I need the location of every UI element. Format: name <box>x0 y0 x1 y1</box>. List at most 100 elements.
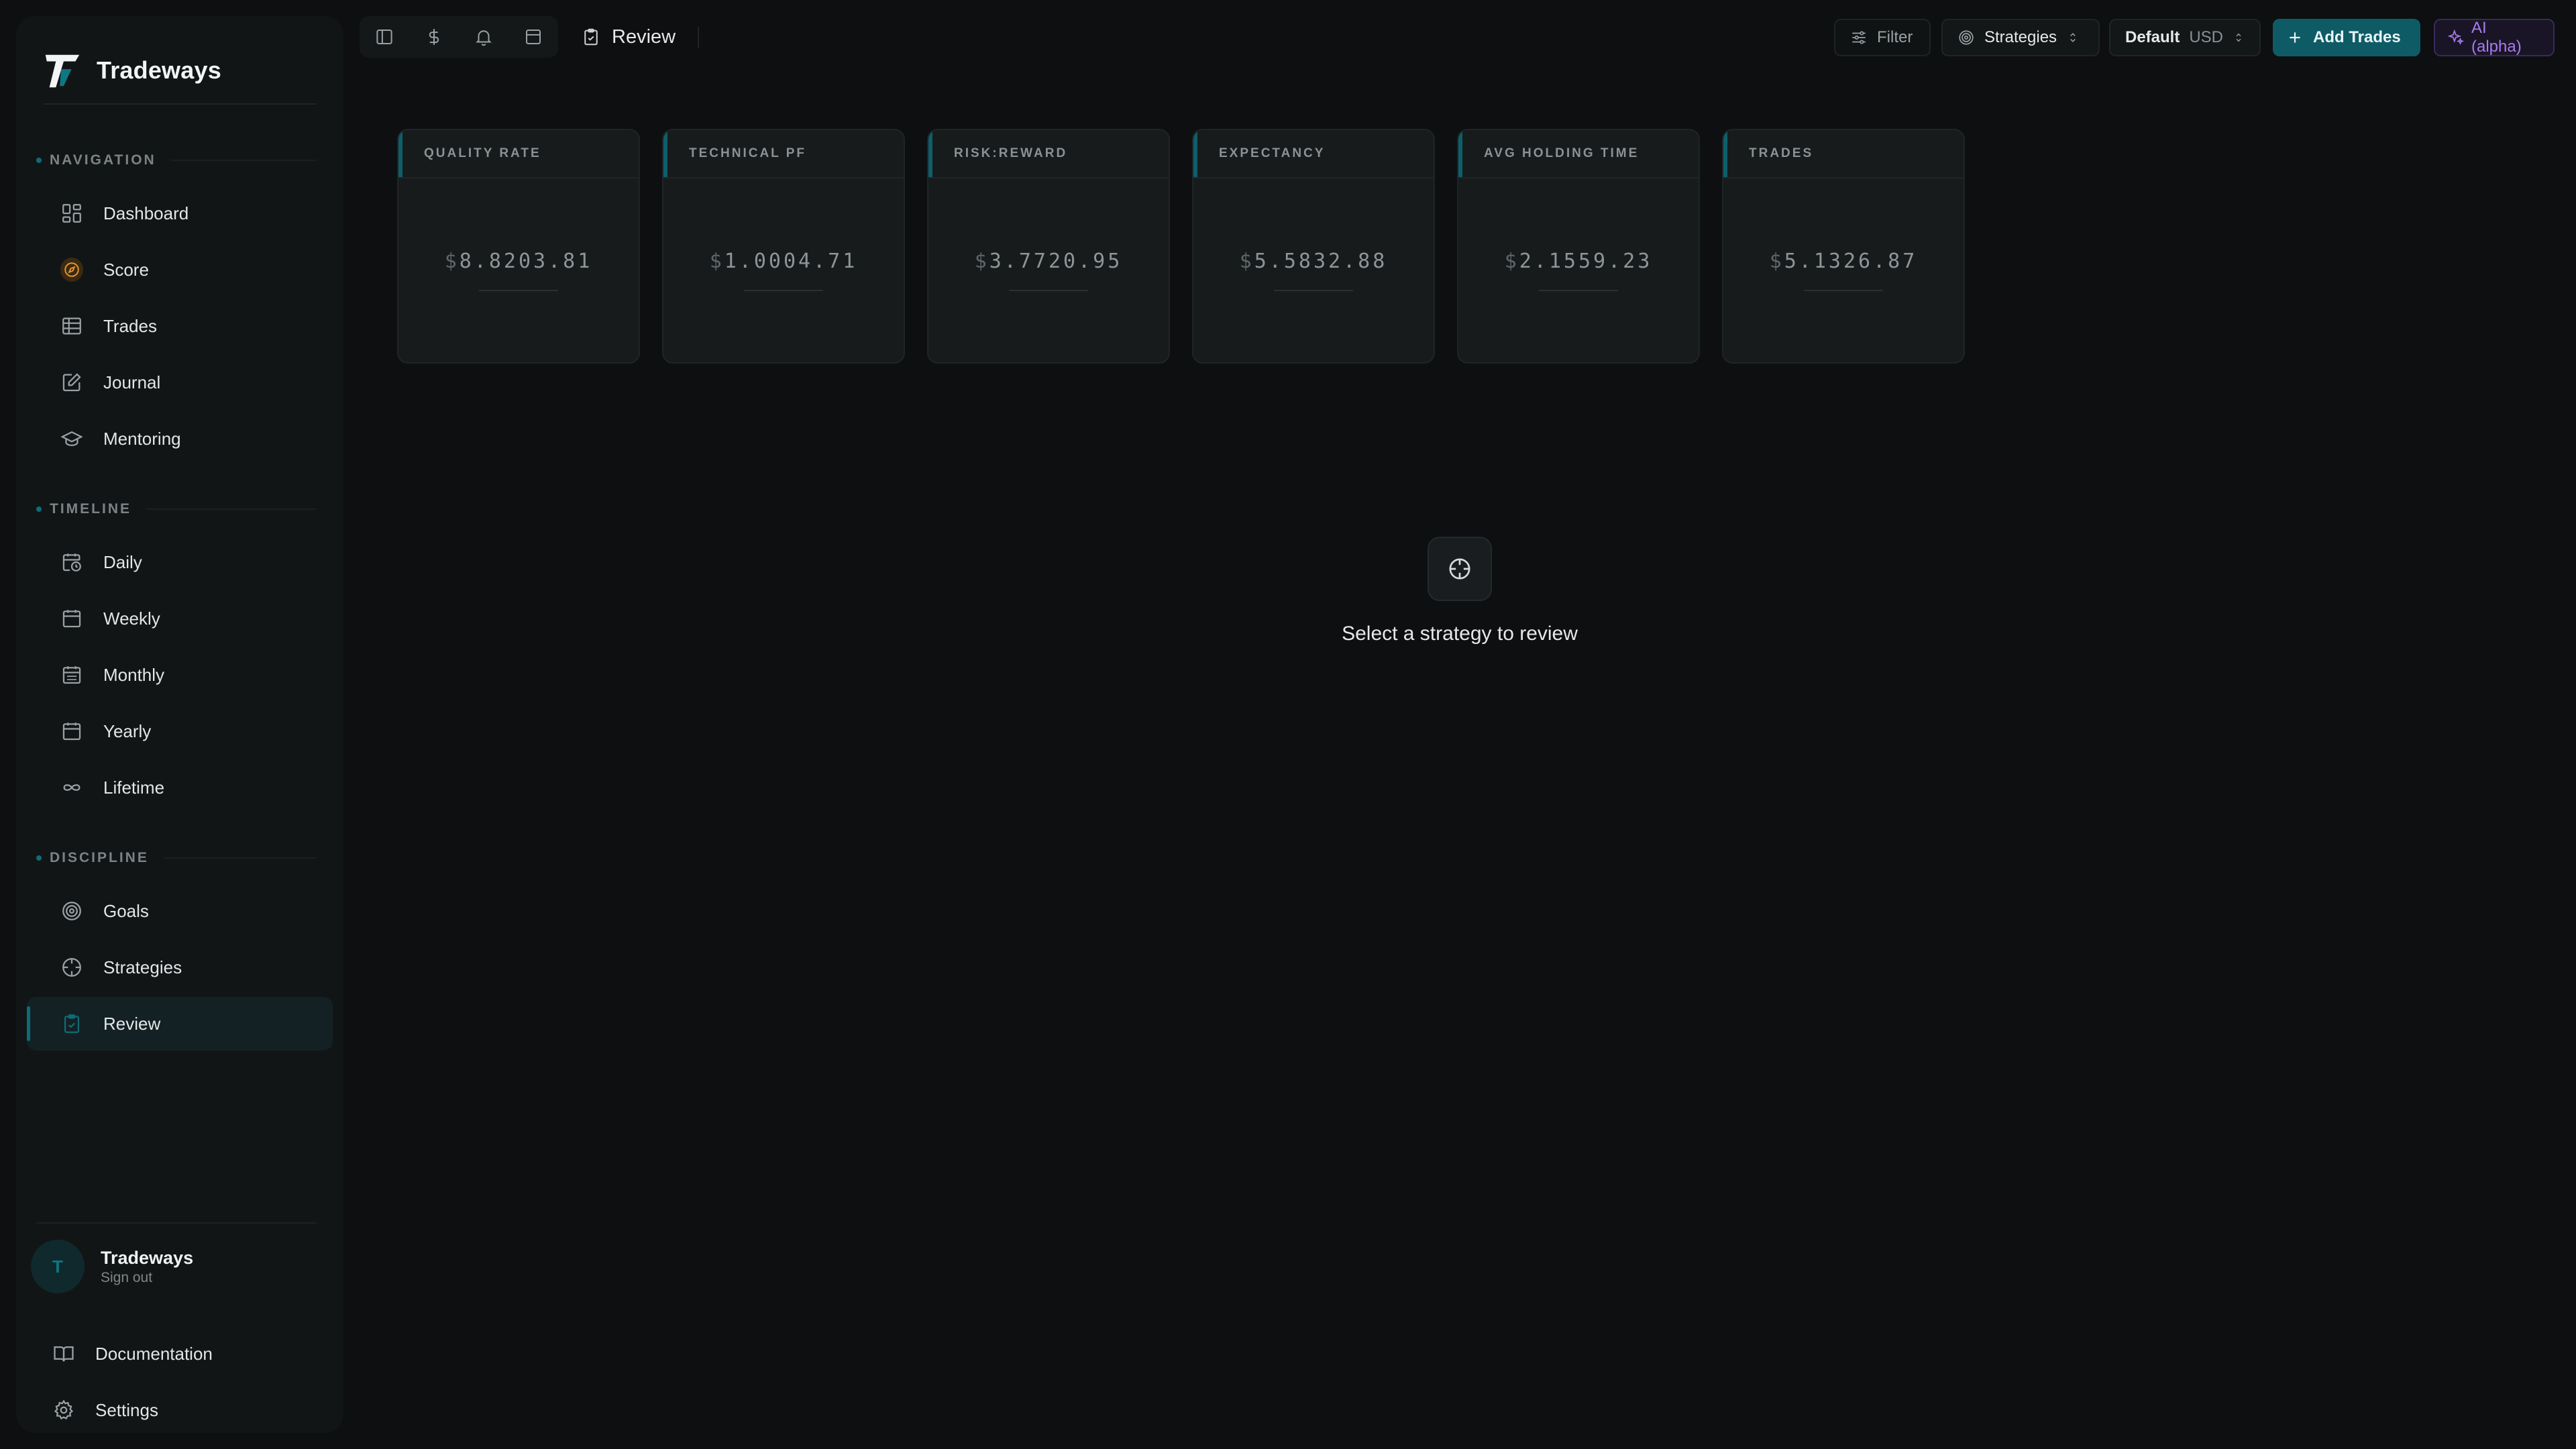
sidebar-item-label: Yearly <box>103 720 152 741</box>
metric-card-trades: TRADES $5.1326.87 <box>1722 129 1965 364</box>
sidebar-item-score[interactable]: Score <box>27 243 333 297</box>
sidebar-item-label: Mentoring <box>103 428 181 449</box>
account-currency-select[interactable]: Default USD <box>2109 19 2261 56</box>
divider <box>36 1222 317 1224</box>
sidebar-panel-icon <box>376 30 392 44</box>
sidebar-item-label: Trades <box>103 315 157 336</box>
tradeways-logo-icon <box>45 54 80 88</box>
sidebar-item-settings[interactable]: Settings <box>27 1383 333 1437</box>
metric-label: EXPECTANCY <box>1193 130 1434 178</box>
user-name: Tradeways <box>101 1247 194 1268</box>
filter-button[interactable]: Filter <box>1834 19 1931 56</box>
strategies-select[interactable]: Strategies <box>1941 19 2100 56</box>
brand[interactable]: Tradeways <box>42 34 221 107</box>
metric-label: TECHNICAL PF <box>663 130 904 178</box>
clipboard-check-icon <box>60 1012 83 1035</box>
sidebar-item-mentoring[interactable]: Mentoring <box>27 412 333 466</box>
gear-icon <box>52 1399 75 1421</box>
book-open-icon <box>52 1342 75 1365</box>
compass-icon <box>60 258 83 282</box>
sidebar-item-yearly[interactable]: Yearly <box>27 704 333 758</box>
sidebar-item-label: Journal <box>103 372 161 392</box>
sidebar-item-lifetime[interactable]: Lifetime <box>27 761 333 814</box>
add-trades-button[interactable]: Add Trades <box>2273 19 2420 56</box>
sidebar-item-monthly[interactable]: Monthly <box>27 648 333 702</box>
metric-label: RISK:REWARD <box>928 130 1169 178</box>
dashboard-icon <box>60 202 83 225</box>
metric-card-expectancy: EXPECTANCY $5.5832.88 <box>1192 129 1435 364</box>
sidebar: Tradeways NAVIGATION Dashboard Score Tra… <box>16 16 343 1433</box>
sidebar-item-label: Documentation <box>95 1343 213 1364</box>
metric-card-avg-holding-time: AVG HOLDING TIME $2.1559.23 <box>1457 129 1700 364</box>
toolbar-group <box>360 16 558 58</box>
bell-icon <box>476 30 492 46</box>
sidebar-item-journal[interactable]: Journal <box>27 356 333 409</box>
notifications-button[interactable] <box>459 16 508 58</box>
crosshair-icon <box>60 956 83 979</box>
sidebar-item-daily[interactable]: Daily <box>27 535 333 589</box>
sidebar-item-label: Strategies <box>103 957 182 977</box>
chevron-up-down-icon <box>2070 33 2076 42</box>
filter-label: Filter <box>1877 28 1913 46</box>
target-icon <box>60 900 83 922</box>
sidebar-item-label: Goals <box>103 900 149 921</box>
divider <box>698 27 699 48</box>
sidebar-item-trades[interactable]: Trades <box>27 299 333 353</box>
brand-name: Tradeways <box>97 56 221 84</box>
metric-value: $8.8203.81 <box>444 250 593 273</box>
calendar-blank-icon <box>60 720 83 743</box>
target-icon <box>1959 30 1974 45</box>
ai-button[interactable]: AI (alpha) <box>2434 19 2555 56</box>
dollar-icon <box>429 29 439 45</box>
metric-label: TRADES <box>1723 130 1964 178</box>
sidebar-item-review[interactable]: Review <box>27 997 333 1051</box>
infinity-icon <box>60 776 83 799</box>
metric-value: $2.1559.23 <box>1504 250 1653 273</box>
page-title: Review <box>612 25 676 48</box>
breadcrumb: Review <box>581 16 676 58</box>
sidebar-item-documentation[interactable]: Documentation <box>27 1327 333 1381</box>
divider <box>1539 290 1618 291</box>
calendar-icon <box>60 663 83 686</box>
sidebar-item-label: Lifetime <box>103 777 165 798</box>
metric-value: $3.7720.95 <box>974 250 1123 273</box>
divider <box>1009 290 1088 291</box>
currency-label: USD <box>2189 28 2224 46</box>
currency-button[interactable] <box>409 16 459 58</box>
section-label-timeline: TIMELINE <box>36 499 317 519</box>
sidebar-item-strategies[interactable]: Strategies <box>27 941 333 994</box>
panel-top-icon <box>526 30 541 44</box>
sidebar-item-label: Monthly <box>103 664 165 685</box>
toggle-sidebar-button[interactable] <box>360 16 409 58</box>
empty-state-message: Select a strategy to review <box>1342 623 1578 645</box>
sidebar-item-label: Daily <box>103 551 142 572</box>
add-trades-label: Add Trades <box>2313 28 2401 46</box>
layout-button[interactable] <box>508 16 558 58</box>
divider <box>744 290 823 291</box>
divider <box>1274 290 1353 291</box>
chevron-up-down-icon <box>2236 33 2241 42</box>
ai-label: AI (alpha) <box>2471 19 2522 56</box>
metric-value: $1.0004.71 <box>709 250 858 273</box>
metric-card-risk-reward: RISK:REWARD $3.7720.95 <box>927 129 1170 364</box>
metric-card-quality-rate: QUALITY RATE $8.8203.81 <box>397 129 640 364</box>
sparkles-icon <box>2447 29 2464 45</box>
sidebar-item-label: Score <box>103 259 149 280</box>
divider <box>43 103 317 105</box>
metric-value: $5.1326.87 <box>1769 250 1918 273</box>
sign-out-link[interactable]: Sign out <box>101 1270 193 1286</box>
empty-state-crosshair-icon <box>1428 537 1492 601</box>
user-profile[interactable]: T Tradeways Sign out <box>31 1240 193 1293</box>
divider <box>1804 290 1883 291</box>
sidebar-item-dashboard[interactable]: Dashboard <box>27 186 333 240</box>
graduation-cap-icon <box>60 427 83 450</box>
sidebar-item-label: Dashboard <box>103 203 189 223</box>
sliders-icon <box>1852 31 1866 44</box>
metric-card-technical-pf: TECHNICAL PF $1.0004.71 <box>662 129 905 364</box>
journal-edit-icon <box>60 371 83 394</box>
account-label: Default <box>2125 28 2180 46</box>
sidebar-item-label: Review <box>103 1013 161 1034</box>
sidebar-item-goals[interactable]: Goals <box>27 884 333 938</box>
calendar-clock-icon <box>60 551 83 574</box>
metric-label: AVG HOLDING TIME <box>1458 130 1699 178</box>
